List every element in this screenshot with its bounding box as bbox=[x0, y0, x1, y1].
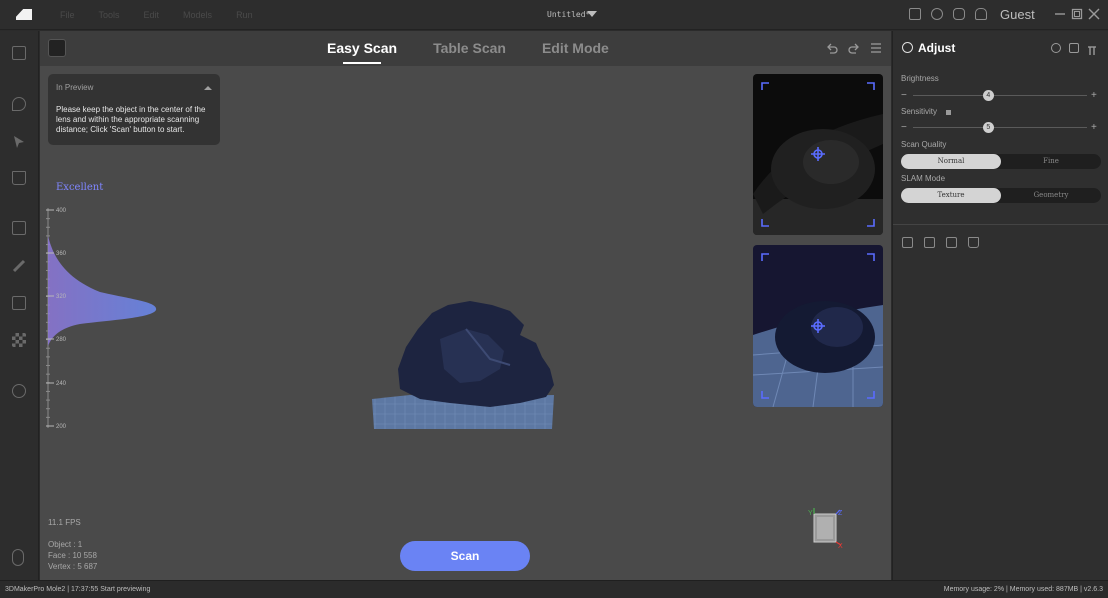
axis-y-label: Y bbox=[808, 510, 813, 517]
trash-icon[interactable] bbox=[12, 171, 26, 185]
sensitivity-decrease-button[interactable]: − bbox=[901, 122, 907, 133]
scan-quality-normal[interactable]: Normal bbox=[901, 154, 1001, 169]
mode-tabs: Easy Scan Table Scan Edit Mode bbox=[327, 40, 609, 64]
bell-icon[interactable] bbox=[975, 8, 987, 20]
slam-mode-toggle: Texture Geometry bbox=[901, 188, 1101, 203]
brightness-slider-track[interactable] bbox=[913, 95, 1087, 96]
chevron-down-icon[interactable] bbox=[587, 11, 597, 17]
menu-run[interactable]: Run bbox=[236, 10, 253, 20]
brightness-slider-knob[interactable]: 4 bbox=[982, 90, 994, 101]
info-icon[interactable] bbox=[946, 110, 951, 115]
rgb-camera-view bbox=[753, 245, 883, 407]
gauge-tick-label: 400 bbox=[56, 208, 67, 214]
lasso-icon[interactable] bbox=[12, 97, 26, 111]
status-message: 3DMakerPro Mole2 | 17:37:55 Start previe… bbox=[5, 586, 151, 593]
slam-mode-geometry[interactable]: Geometry bbox=[1001, 188, 1101, 203]
distance-quality-label: Excellent bbox=[56, 182, 104, 193]
menu-file[interactable]: File bbox=[60, 10, 75, 20]
duplicate-icon[interactable] bbox=[946, 237, 957, 248]
menu-models[interactable]: Models bbox=[183, 10, 212, 20]
preview-card-message: Please keep the object in the center of … bbox=[56, 105, 206, 134]
tab-easy-scan[interactable]: Easy Scan bbox=[327, 40, 397, 64]
mouse-icon[interactable] bbox=[12, 549, 24, 566]
close-icon[interactable] bbox=[1088, 8, 1100, 20]
gauge-tick-label: 200 bbox=[56, 424, 67, 430]
scanner-icon[interactable] bbox=[48, 39, 66, 57]
chevron-up-icon[interactable] bbox=[204, 86, 212, 90]
user-name[interactable]: Guest bbox=[1000, 7, 1035, 22]
maximize-icon[interactable] bbox=[1071, 8, 1083, 20]
undo-icon[interactable] bbox=[826, 42, 838, 54]
pin-icon[interactable] bbox=[1087, 43, 1097, 55]
cube-icon[interactable] bbox=[1069, 43, 1079, 53]
scan-quality-label: Scan Quality bbox=[901, 140, 947, 149]
delete-icon[interactable] bbox=[968, 237, 979, 248]
scan-quality-toggle: Normal Fine bbox=[901, 154, 1101, 169]
texture-camera-view bbox=[753, 74, 883, 235]
feedback-icon[interactable] bbox=[953, 8, 965, 20]
copy-icon[interactable] bbox=[12, 221, 26, 235]
import-icon[interactable] bbox=[902, 237, 913, 248]
preview-card: In Preview Please keep the object in the… bbox=[48, 74, 220, 145]
scan-quality-fine[interactable]: Fine bbox=[1001, 154, 1101, 169]
panel-divider bbox=[893, 224, 1108, 225]
brightness-decrease-button[interactable]: − bbox=[901, 90, 907, 101]
vertex-count: Vertex : 5 687 bbox=[48, 562, 98, 571]
object-count: Object : 1 bbox=[48, 540, 83, 549]
document-title[interactable]: Untitled* bbox=[547, 10, 590, 19]
square-icon[interactable] bbox=[12, 296, 26, 310]
minimize-icon[interactable] bbox=[1054, 8, 1066, 20]
menu-bar: File Tools Edit Models Run bbox=[60, 10, 253, 20]
sensitivity-label: Sensitivity bbox=[901, 107, 938, 116]
gauge-tick-label: 240 bbox=[56, 381, 67, 387]
app-logo bbox=[16, 9, 32, 20]
redo-icon[interactable] bbox=[848, 42, 860, 54]
axis-z-label: Z bbox=[838, 510, 843, 517]
tab-edit-mode[interactable]: Edit Mode bbox=[542, 40, 609, 56]
eye-icon[interactable] bbox=[1051, 43, 1061, 53]
title-bar: File Tools Edit Models Run Untitled* Gue… bbox=[0, 0, 1108, 30]
fps-counter: 11.1 FPS bbox=[48, 518, 81, 527]
tab-table-scan[interactable]: Table Scan bbox=[433, 40, 506, 56]
gauge-tick-label: 320 bbox=[56, 294, 67, 300]
slam-mode-label: SLAM Mode bbox=[901, 174, 946, 183]
distance-gauge: 400 360 320 280 240 200 bbox=[46, 208, 157, 430]
gauge-tick-label: 280 bbox=[56, 337, 67, 343]
scan-viewport[interactable]: Easy Scan Table Scan Edit Mode In Previe… bbox=[40, 31, 891, 580]
adjust-title: Adjust bbox=[918, 41, 956, 55]
sensitivity-increase-button[interactable]: + bbox=[1091, 122, 1097, 133]
brush-icon[interactable] bbox=[12, 259, 26, 273]
sensitivity-slider-knob[interactable]: 5 bbox=[982, 122, 994, 133]
select-box-icon[interactable] bbox=[12, 46, 26, 60]
menu-tools[interactable]: Tools bbox=[99, 10, 120, 20]
sun-icon bbox=[902, 42, 913, 53]
slam-mode-texture[interactable]: Texture bbox=[901, 188, 1001, 203]
checker-icon[interactable] bbox=[12, 333, 26, 347]
axis-x-label: X bbox=[838, 543, 843, 548]
book-icon[interactable] bbox=[909, 8, 921, 20]
brightness-increase-button[interactable]: + bbox=[1091, 90, 1097, 101]
menu-edit[interactable]: Edit bbox=[144, 10, 160, 20]
export-icon[interactable] bbox=[924, 237, 935, 248]
pointer-icon[interactable] bbox=[12, 135, 26, 149]
scan-mesh[interactable] bbox=[370, 299, 560, 431]
scan-button[interactable]: Scan bbox=[400, 541, 530, 571]
gauge-tick-label: 360 bbox=[56, 251, 67, 257]
face-count: Face : 10 558 bbox=[48, 551, 97, 560]
app-window: File Tools Edit Models Run Untitled* Gue… bbox=[0, 0, 1108, 598]
sensitivity-slider-track[interactable] bbox=[913, 127, 1087, 128]
menu-icon[interactable] bbox=[870, 42, 882, 54]
adjust-panel: Adjust Brightness − 4 + Sensitivity − 5 … bbox=[892, 31, 1108, 580]
left-toolbar bbox=[0, 31, 39, 580]
sync-icon[interactable] bbox=[931, 8, 943, 20]
preview-card-title: In Preview bbox=[56, 83, 94, 92]
view-cube[interactable]: Y Z X bbox=[806, 508, 846, 550]
viewport-header: Easy Scan Table Scan Edit Mode bbox=[40, 31, 891, 66]
layers-icon[interactable] bbox=[12, 384, 26, 398]
brightness-label: Brightness bbox=[901, 74, 939, 83]
memory-status: Memory usage: 2% | Memory used: 887MB | … bbox=[943, 586, 1103, 593]
status-bar: 3DMakerPro Mole2 | 17:37:55 Start previe… bbox=[0, 580, 1108, 598]
